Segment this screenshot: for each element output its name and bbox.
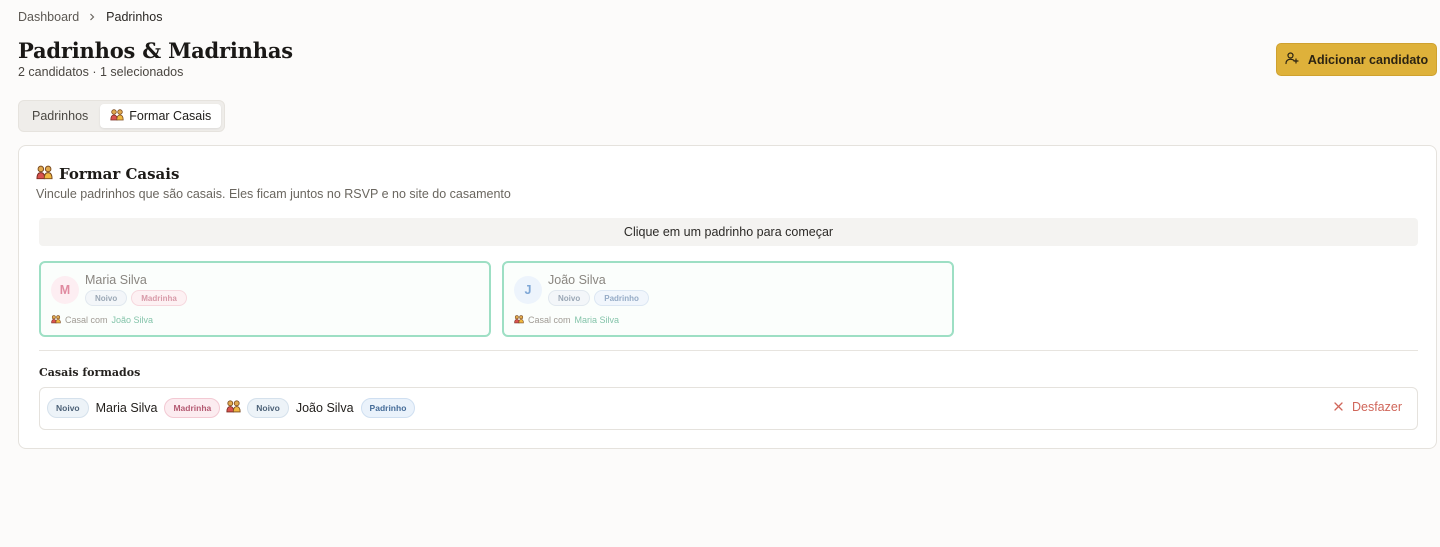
tab-padrinhos-label: Padrinhos xyxy=(32,109,89,123)
couple-note-partner: João Silva xyxy=(111,315,154,325)
section-divider xyxy=(39,350,1418,351)
side-badge: Noivo xyxy=(85,290,128,306)
side-badge: Noivo xyxy=(47,398,89,418)
undo-couple-button[interactable]: Desfazer xyxy=(1334,400,1402,414)
breadcrumb-current: Padrinhos xyxy=(106,10,163,24)
breadcrumb: Dashboard Padrinhos xyxy=(18,10,162,24)
side-badge: Noivo xyxy=(548,290,591,306)
user-plus-icon xyxy=(1285,51,1299,68)
role-badge: Madrinha xyxy=(164,398,221,418)
formed-couple-members: Noivo Maria Silva Madrinha Noivo João Si… xyxy=(47,398,416,418)
couple-icon xyxy=(226,399,241,418)
person-card-maria[interactable]: M Maria Silva Noivo Madrinha Casal com J… xyxy=(39,261,491,337)
page-subtitle: 2 candidatos · 1 selecionados xyxy=(18,65,184,79)
breadcrumb-dashboard[interactable]: Dashboard xyxy=(18,10,79,24)
couple-note-prefix: Casal com xyxy=(65,315,108,325)
couple-icon xyxy=(36,164,53,184)
couple-note: Casal com Maria Silva xyxy=(514,314,619,326)
formed-couple-row: Noivo Maria Silva Madrinha Noivo João Si… xyxy=(39,387,1418,430)
page-title: Padrinhos & Madrinhas xyxy=(18,38,293,63)
undo-label: Desfazer xyxy=(1351,400,1402,414)
couple-icon xyxy=(51,314,61,326)
couple-icon xyxy=(514,314,524,326)
tab-formar-casais-label: Formar Casais xyxy=(129,109,212,123)
card-description: Vincule padrinhos que são casais. Eles f… xyxy=(36,187,511,201)
side-badge: Noivo xyxy=(247,398,289,418)
role-badge: Padrinho xyxy=(360,398,416,418)
form-couples-card: Formar Casais Vincule padrinhos que são … xyxy=(18,145,1437,449)
couple-icon xyxy=(110,108,124,124)
person-badges: Noivo Madrinha xyxy=(85,290,187,306)
add-candidate-button[interactable]: Adicionar candidato xyxy=(1276,43,1437,76)
card-title: Formar Casais xyxy=(36,164,179,184)
couple-note-partner: Maria Silva xyxy=(574,315,620,325)
couple-note-prefix: Casal com xyxy=(528,315,571,325)
person-name: João Silva xyxy=(548,273,606,287)
card-title-text: Formar Casais xyxy=(59,165,180,183)
member-name: Maria Silva xyxy=(95,401,158,415)
tab-list: Padrinhos Formar Casais xyxy=(18,100,226,132)
person-badges: Noivo Padrinho xyxy=(548,290,649,306)
member-name: João Silva xyxy=(295,401,354,415)
tab-formar-casais[interactable]: Formar Casais xyxy=(100,104,222,128)
tab-padrinhos[interactable]: Padrinhos xyxy=(22,104,98,128)
formed-couples-heading: Casais formados xyxy=(39,366,141,379)
avatar: M xyxy=(51,276,79,304)
role-badge: Madrinha xyxy=(131,290,187,306)
person-card-joao[interactable]: J João Silva Noivo Padrinho Casal com Ma… xyxy=(502,261,954,337)
avatar: J xyxy=(514,276,542,304)
add-candidate-label: Adicionar candidato xyxy=(1307,52,1429,67)
couple-note: Casal com João Silva xyxy=(51,314,153,326)
person-name: Maria Silva xyxy=(85,273,147,287)
close-icon xyxy=(1334,400,1343,414)
chevron-right-icon xyxy=(88,13,96,21)
hint-bar: Clique em um padrinho para começar xyxy=(39,218,1418,246)
role-badge: Padrinho xyxy=(594,290,649,306)
